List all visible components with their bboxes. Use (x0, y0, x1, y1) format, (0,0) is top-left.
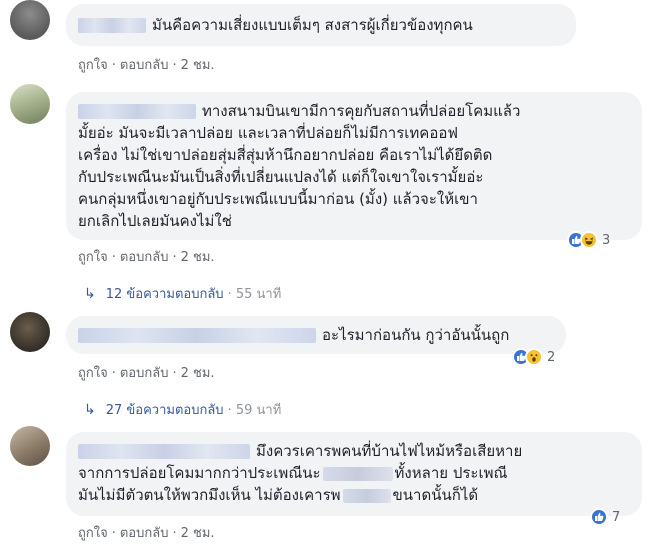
comment-text-part: มันไม่มีตัวตนให้พวกมึงเห็น ไม่ต้องเคารพ (78, 486, 341, 504)
reply-link[interactable]: ตอบกลับ (120, 526, 169, 541)
commenter-name[interactable] (78, 328, 316, 343)
reply-link[interactable]: ตอบกลับ (120, 250, 169, 265)
reaction-count: 3 (602, 232, 611, 248)
reaction-count: 7 (612, 509, 621, 525)
comment-bubble: มันคือความเสี่ยงแบบเต็มๆ สงสารผู้เกี่ยวข… (66, 4, 576, 46)
comment-text-part: ทั้งหลาย ประเพณี (394, 464, 508, 482)
comment-text-line: เครื่อง ไม่ใช่เขาปล่อยสุ่มสี่สุ่มห้านึกอ… (78, 146, 493, 164)
reply-link[interactable]: ตอบกลับ (120, 58, 169, 73)
wow-reaction-icon (525, 348, 543, 366)
timestamp[interactable]: 2 ชม. (181, 58, 215, 73)
commenter-name[interactable] (78, 18, 146, 33)
like-link[interactable]: ถูกใจ (78, 366, 108, 381)
timestamp[interactable]: 2 ชม. (181, 366, 215, 381)
comment-actions: ถูกใจ · ตอบกลับ · 2 ชม. (78, 366, 215, 381)
like-link[interactable]: ถูกใจ (78, 250, 108, 265)
replies-count[interactable]: 27 ข้อความตอบกลับ (106, 399, 224, 420)
comment-text-line: มั้ยอ่ะ มันจะมีเวลาปล่อย และเวลาที่ปล่อย… (78, 124, 458, 142)
reaction-summary[interactable]: 2 (512, 348, 555, 366)
timestamp[interactable]: 2 ชม. (181, 526, 215, 541)
reaction-summary[interactable]: 3 (567, 231, 610, 249)
comment-text: มันคือความเสี่ยงแบบเต็มๆ สงสารผู้เกี่ยวข… (152, 16, 473, 34)
comment-text-part: จากการปล่อยโคมมากกว่าประเพณีนะ (78, 464, 321, 482)
comment-actions: ถูกใจ · ตอบกลับ · 2 ชม. (78, 250, 215, 265)
haha-reaction-icon (580, 231, 598, 249)
reaction-count: 2 (547, 349, 556, 365)
comment-actions: ถูกใจ · ตอบกลับ · 2 ชม. (78, 526, 215, 541)
comment-actions: ถูกใจ · ตอบกลับ · 2 ชม. (78, 58, 215, 73)
replies-count[interactable]: 12 ข้อความตอบกลับ (106, 283, 224, 304)
commenter-name[interactable] (78, 444, 250, 459)
redacted-text (342, 488, 391, 503)
reaction-summary[interactable]: 7 (590, 508, 620, 526)
comment-bubble: อะไรมาก่อนกัน กูว่าอันนั้นถูก (66, 316, 566, 354)
replies-time: 59 นาที (235, 403, 282, 418)
avatar[interactable] (10, 426, 50, 466)
avatar[interactable] (10, 0, 50, 40)
comment-text-line: คนกลุ่มหนึ่งเขาอยู่กับประเพณีแบบนี้มาก่อ… (78, 190, 478, 208)
reply-link[interactable]: ตอบกลับ (120, 366, 169, 381)
view-replies-link[interactable]: ↳ 12 ข้อความตอบกลับ · 55 นาที (84, 283, 281, 304)
avatar[interactable] (10, 312, 50, 352)
comment-text-part: ขนาดนั้นก็ได้ (392, 486, 479, 504)
like-link[interactable]: ถูกใจ (78, 58, 108, 73)
comment-text-line: กับประเพณีนะมันเป็นสิ่งที่เปลี่ยนแปลงได้… (78, 168, 484, 186)
comment-bubble: ทางสนามบินเขามีการคุยกับสถานที่ปล่อยโคมแ… (66, 92, 642, 240)
reply-arrow-icon: ↳ (84, 401, 96, 418)
avatar[interactable] (10, 84, 50, 124)
like-link[interactable]: ถูกใจ (78, 526, 108, 541)
comment-text-line: ยกเลิกไปเลยมันคงไม่ใช่ (78, 212, 232, 230)
comment-text: อะไรมาก่อนกัน กูว่าอันนั้นถูก (322, 326, 510, 344)
like-reaction-icon (590, 508, 608, 526)
reply-arrow-icon: ↳ (84, 285, 96, 302)
timestamp[interactable]: 2 ชม. (181, 250, 215, 265)
comment-bubble: มึงควรเคารพคนที่บ้านไฟไหม้หรือเสียหาย จา… (66, 432, 642, 516)
redacted-text (322, 466, 393, 481)
view-replies-link[interactable]: ↳ 27 ข้อความตอบกลับ · 59 นาที (84, 399, 281, 420)
comment-text-line: มึงควรเคารพคนที่บ้านไฟไหม้หรือเสียหาย (256, 442, 523, 460)
commenter-name[interactable] (78, 104, 196, 119)
comment-text-line: ทางสนามบินเขามีการคุยกับสถานที่ปล่อยโคมแ… (202, 102, 521, 120)
replies-time: 55 นาที (235, 287, 282, 302)
